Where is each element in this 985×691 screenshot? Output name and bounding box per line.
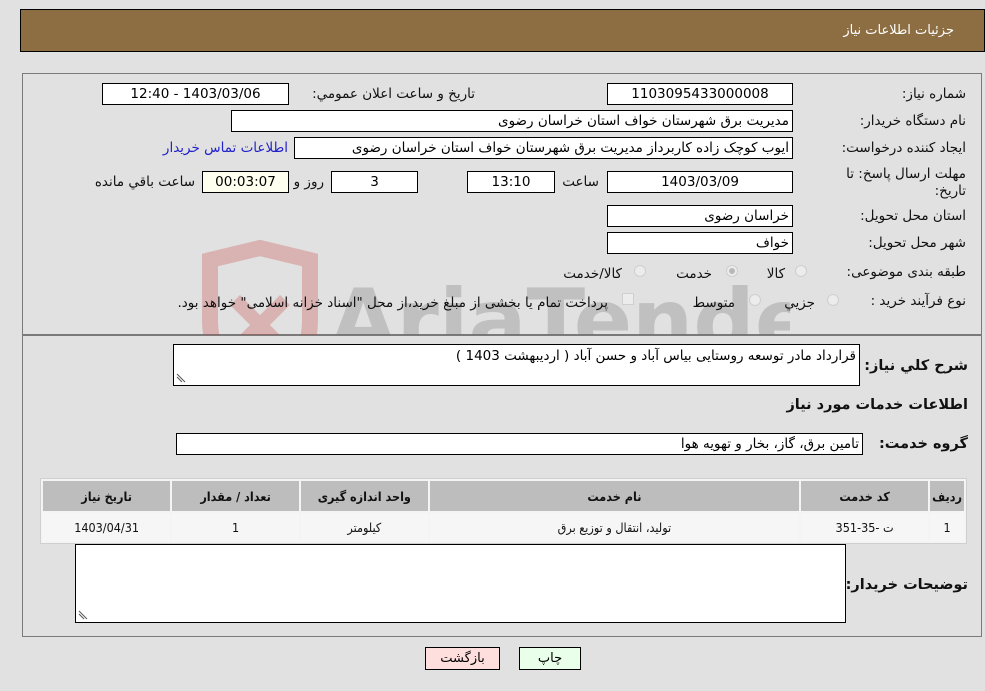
purchase-type-radio-minor[interactable]: [827, 294, 839, 306]
category-option-goods-service: کالا/خدمت: [563, 266, 622, 282]
service-group-label: گروه خدمت:: [878, 436, 968, 452]
treasury-checkbox[interactable]: [622, 293, 634, 305]
cell-quantity: 1: [172, 513, 299, 541]
cell-row-number: 1: [930, 513, 964, 541]
deadline-label-line1: مهلت ارسال پاسخ: تا: [846, 166, 966, 182]
buyer-contact-link[interactable]: اطلاعات تماس خریدار: [163, 140, 288, 156]
remaining-days-field: 3: [331, 171, 418, 193]
category-option-service: خدمت: [676, 266, 712, 282]
purchase-type-option-medium: متوسط: [692, 295, 735, 311]
purchase-type-label: نوع فرآیند خرید :: [870, 293, 966, 309]
col-header-quantity: تعداد / مقدار: [172, 481, 299, 511]
category-radio-goods-service[interactable]: [634, 265, 646, 277]
purchase-type-option-minor: جزيي: [784, 295, 815, 311]
resize-handle-icon[interactable]: [78, 610, 88, 620]
category-option-goods: کالا: [766, 266, 785, 282]
cell-unit: کیلومتر: [300, 513, 428, 541]
col-header-service-code: کد خدمت: [801, 481, 929, 511]
table-header-row: ردیف کد خدمت نام خدمت واحد اندازه گیری ت…: [43, 481, 964, 511]
category-radio-goods[interactable]: [795, 265, 807, 277]
cell-need-date: 1403/04/31: [43, 513, 171, 541]
col-header-service-name: نام خدمت: [429, 481, 800, 511]
category-label: طبقه بندی موضوعی:: [846, 264, 966, 280]
remaining-time-field: 00:03:07: [202, 171, 289, 193]
buyer-org-label: نام دستگاه خریدار:: [859, 113, 966, 129]
need-number-field: 1103095433000008: [607, 83, 793, 105]
col-header-row-number: ردیف: [930, 481, 964, 511]
description-textarea[interactable]: قرارداد مادر توسعه روستایی بیاس آباد و ح…: [173, 344, 860, 386]
cell-service-code: ت -35-351: [801, 513, 929, 541]
requester-field: ایوب کوچک زاده کاربرداز مدیریت برق شهرست…: [294, 137, 793, 159]
buyer-notes-textarea[interactable]: [75, 544, 846, 623]
services-heading: اطلاعات خدمات مورد نیاز: [786, 397, 968, 413]
days-label: روز و: [293, 174, 324, 190]
need-number-label: شماره نیاز:: [901, 86, 966, 102]
province-field: خراسان رضوی: [607, 205, 793, 227]
city-label: شهر محل تحویل:: [868, 235, 966, 251]
col-header-need-date: تاریخ نیاز: [43, 481, 171, 511]
page-header: جزئیات اطلاعات نیاز: [20, 9, 985, 52]
back-button[interactable]: بازگشت: [425, 647, 500, 670]
services-table: ردیف کد خدمت نام خدمت واحد اندازه گیری ت…: [40, 478, 967, 544]
announce-datetime-label: تاریخ و ساعت اعلان عمومي:: [312, 86, 475, 102]
description-label: شرح کلي نیاز:: [864, 358, 968, 374]
treasury-checkbox-label: پرداخت تمام یا بخشی از مبلغ خرید،از محل …: [177, 295, 608, 311]
deadline-date-field: 1403/03/09: [607, 171, 793, 193]
resize-handle-icon[interactable]: [176, 373, 186, 383]
category-radio-service[interactable]: [726, 265, 738, 277]
deadline-time-field: 13:10: [467, 171, 555, 193]
page-title: جزئیات اطلاعات نیاز: [843, 23, 954, 38]
city-field: خواف: [607, 232, 793, 254]
requester-label: ایجاد کننده درخواست:: [841, 140, 966, 156]
announce-datetime-field: 1403/03/06 - 12:40: [102, 83, 289, 105]
deadline-label-line2: تاریخ:: [934, 183, 966, 199]
description-text: قرارداد مادر توسعه روستایی بیاس آباد و ح…: [455, 348, 856, 364]
province-label: استان محل تحویل:: [860, 208, 966, 224]
print-button[interactable]: چاپ: [519, 647, 581, 670]
remaining-time-label: ساعت باقي مانده: [94, 174, 195, 190]
service-group-field: تامین برق، گاز، بخار و تهویه هوا: [176, 433, 863, 455]
table-row: 1 ت -35-351 تولید، انتقال و توزیع برق کی…: [43, 513, 964, 541]
deadline-time-label: ساعت: [562, 174, 599, 190]
col-header-unit: واحد اندازه گیری: [300, 481, 428, 511]
purchase-type-radio-medium[interactable]: [749, 294, 761, 306]
buyer-org-field: مدیریت برق شهرستان خواف استان خراسان رضو…: [231, 110, 793, 132]
buyer-notes-label: توضیحات خریدار:: [845, 577, 968, 593]
cell-service-name: تولید، انتقال و توزیع برق: [429, 513, 800, 541]
